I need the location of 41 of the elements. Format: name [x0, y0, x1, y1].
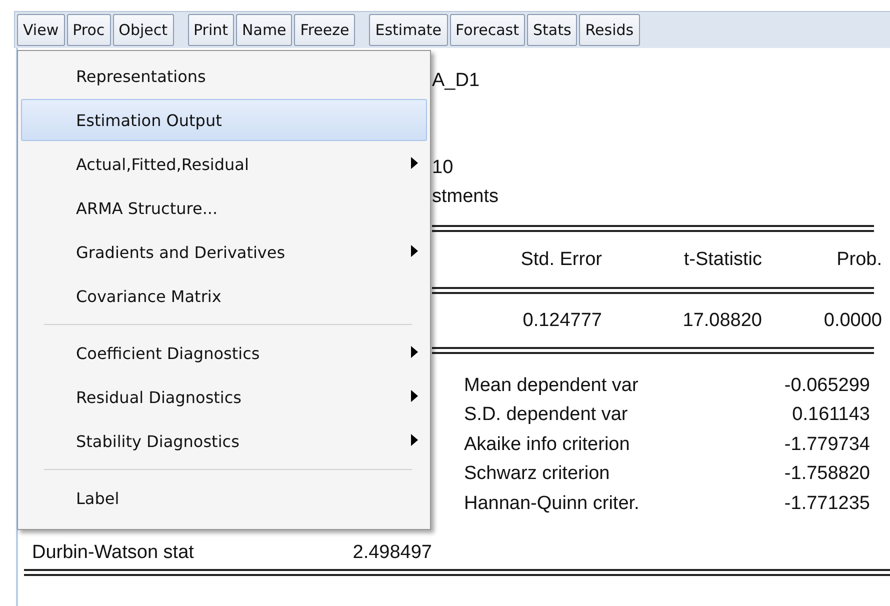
column-header: Prob. — [836, 248, 882, 270]
stat-value: -1.779734 — [783, 434, 870, 456]
stat-value: 0.161143 — [791, 404, 870, 426]
menu-item[interactable]: Actual,Fitted,Residual — [21, 143, 427, 185]
menu-item[interactable]: Stability Diagnostics — [21, 420, 427, 462]
column-header: t-Statistic — [682, 248, 762, 270]
menu-item[interactable]: Gradients and Derivatives — [21, 231, 427, 273]
menu-item[interactable]: ARMA Structure... — [21, 187, 427, 229]
menu-item[interactable]: Covariance Matrix — [21, 275, 427, 317]
stat-value: 2.498497 — [352, 542, 432, 564]
menu-item[interactable]: Estimation Output — [21, 99, 427, 141]
menu-item[interactable]: Representations — [21, 55, 427, 97]
menu-item[interactable]: Coefficient Diagnostics — [21, 332, 427, 374]
toolbar-button[interactable]: Print — [188, 14, 234, 46]
table-cell-text: 17.08820 — [682, 310, 762, 332]
toolbar-button[interactable]: Estimate — [369, 14, 448, 46]
stat-label: Mean dependent var — [464, 374, 640, 397]
menu-item[interactable]: Residual Diagnostics — [21, 376, 427, 418]
output-text: A_D1 — [432, 69, 480, 93]
toolbar-button[interactable]: Stats — [526, 14, 578, 46]
output-text: stments — [432, 185, 499, 209]
stat-value: -1.758820 — [783, 463, 870, 486]
toolbar-button[interactable]: Forecast — [450, 14, 525, 46]
stat-label: S.D. dependent var — [464, 404, 629, 426]
output-text: 10 — [432, 156, 454, 180]
table-cell-text: 0.124777 — [522, 310, 602, 332]
toolbar-button[interactable]: Proc — [66, 14, 111, 46]
toolbar-button[interactable]: Resids — [579, 14, 640, 46]
menu-item[interactable]: Label — [21, 477, 427, 519]
toolbar-button[interactable]: Object — [112, 14, 174, 46]
table-cell-text: 0.0000 — [822, 310, 882, 332]
stat-label: Hannan-Quinn criter. — [464, 492, 640, 515]
stat-value: -1.771235 — [783, 492, 870, 515]
stat-label: Durbin-Watson stat — [32, 542, 195, 564]
toolbar-button[interactable]: Name — [236, 14, 292, 46]
stat-label: Akaike info criterion — [464, 434, 631, 456]
toolbar-button[interactable]: Freeze — [294, 14, 356, 46]
stat-value: -0.065299 — [783, 374, 870, 397]
column-header: Std. Error — [520, 248, 602, 270]
toolbar-button[interactable]: View — [17, 14, 65, 46]
stat-label: Schwarz criterion — [464, 463, 611, 486]
